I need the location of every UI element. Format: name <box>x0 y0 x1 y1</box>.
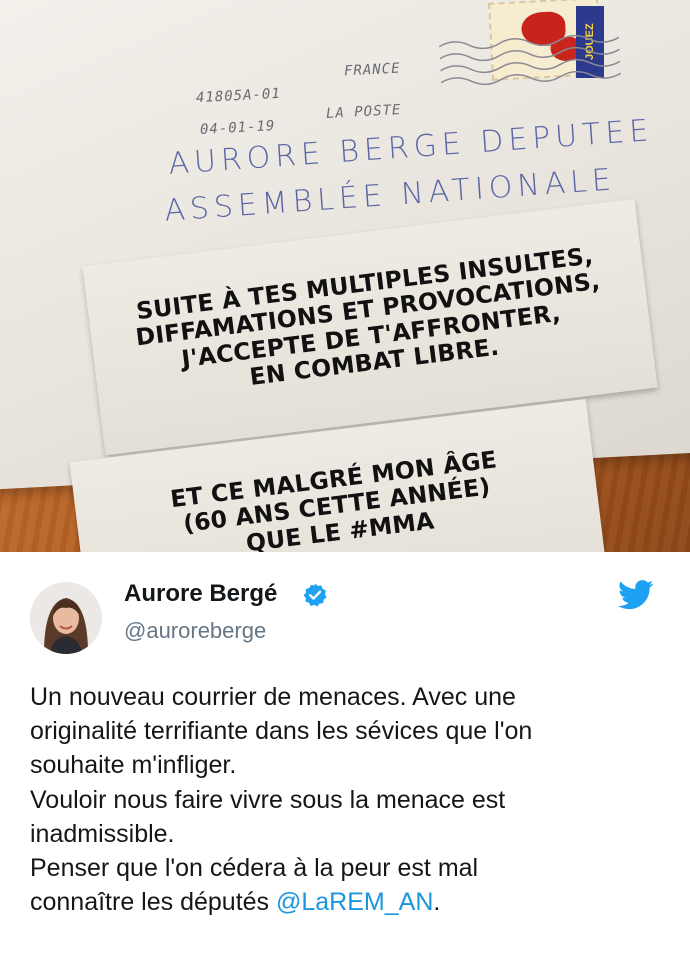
postmark-wave-lines <box>438 34 622 86</box>
user-handle[interactable]: @auroreberge <box>124 618 266 644</box>
tweet-text-line: inadmissible. <box>30 819 175 848</box>
profile-photo-icon <box>30 582 102 654</box>
tweet-text-line: Vouloir nous faire vivre sous la menace … <box>30 785 506 814</box>
twitter-bird-icon[interactable] <box>618 580 654 610</box>
postmark-country: FRANCE <box>343 60 401 80</box>
tweet-text-line: Un nouveau courrier de menaces. Avec une <box>30 683 516 711</box>
tweet-text-segment: connaître les députés <box>30 888 276 917</box>
avatar[interactable] <box>30 582 102 654</box>
tweet-text-line: originalité terrifiante dans les sévices… <box>30 717 533 746</box>
verified-badge-icon <box>303 583 327 607</box>
embedded-photo[interactable]: JOUEZ 41805A-01 FRANCE 04-01-19 LA POSTE… <box>0 0 690 552</box>
tweet-text-segment: . <box>433 888 441 917</box>
tweet-card: Aurore Bergé @auroreberge Un nouveau cou… <box>0 552 690 960</box>
tweet-text: Un nouveau courrier de menaces. Avec une… <box>30 680 670 919</box>
tweet-text-line: connaître les députés @LaREM_AN. <box>30 885 670 919</box>
tweet-text-line: Penser que l'on cédera à la peur est mal <box>30 854 479 883</box>
mention-link[interactable]: @LaREM_AN <box>276 888 433 916</box>
tweet-text-line: souhaite m'infliger. <box>30 751 237 780</box>
display-name[interactable]: Aurore Bergé <box>124 580 277 608</box>
